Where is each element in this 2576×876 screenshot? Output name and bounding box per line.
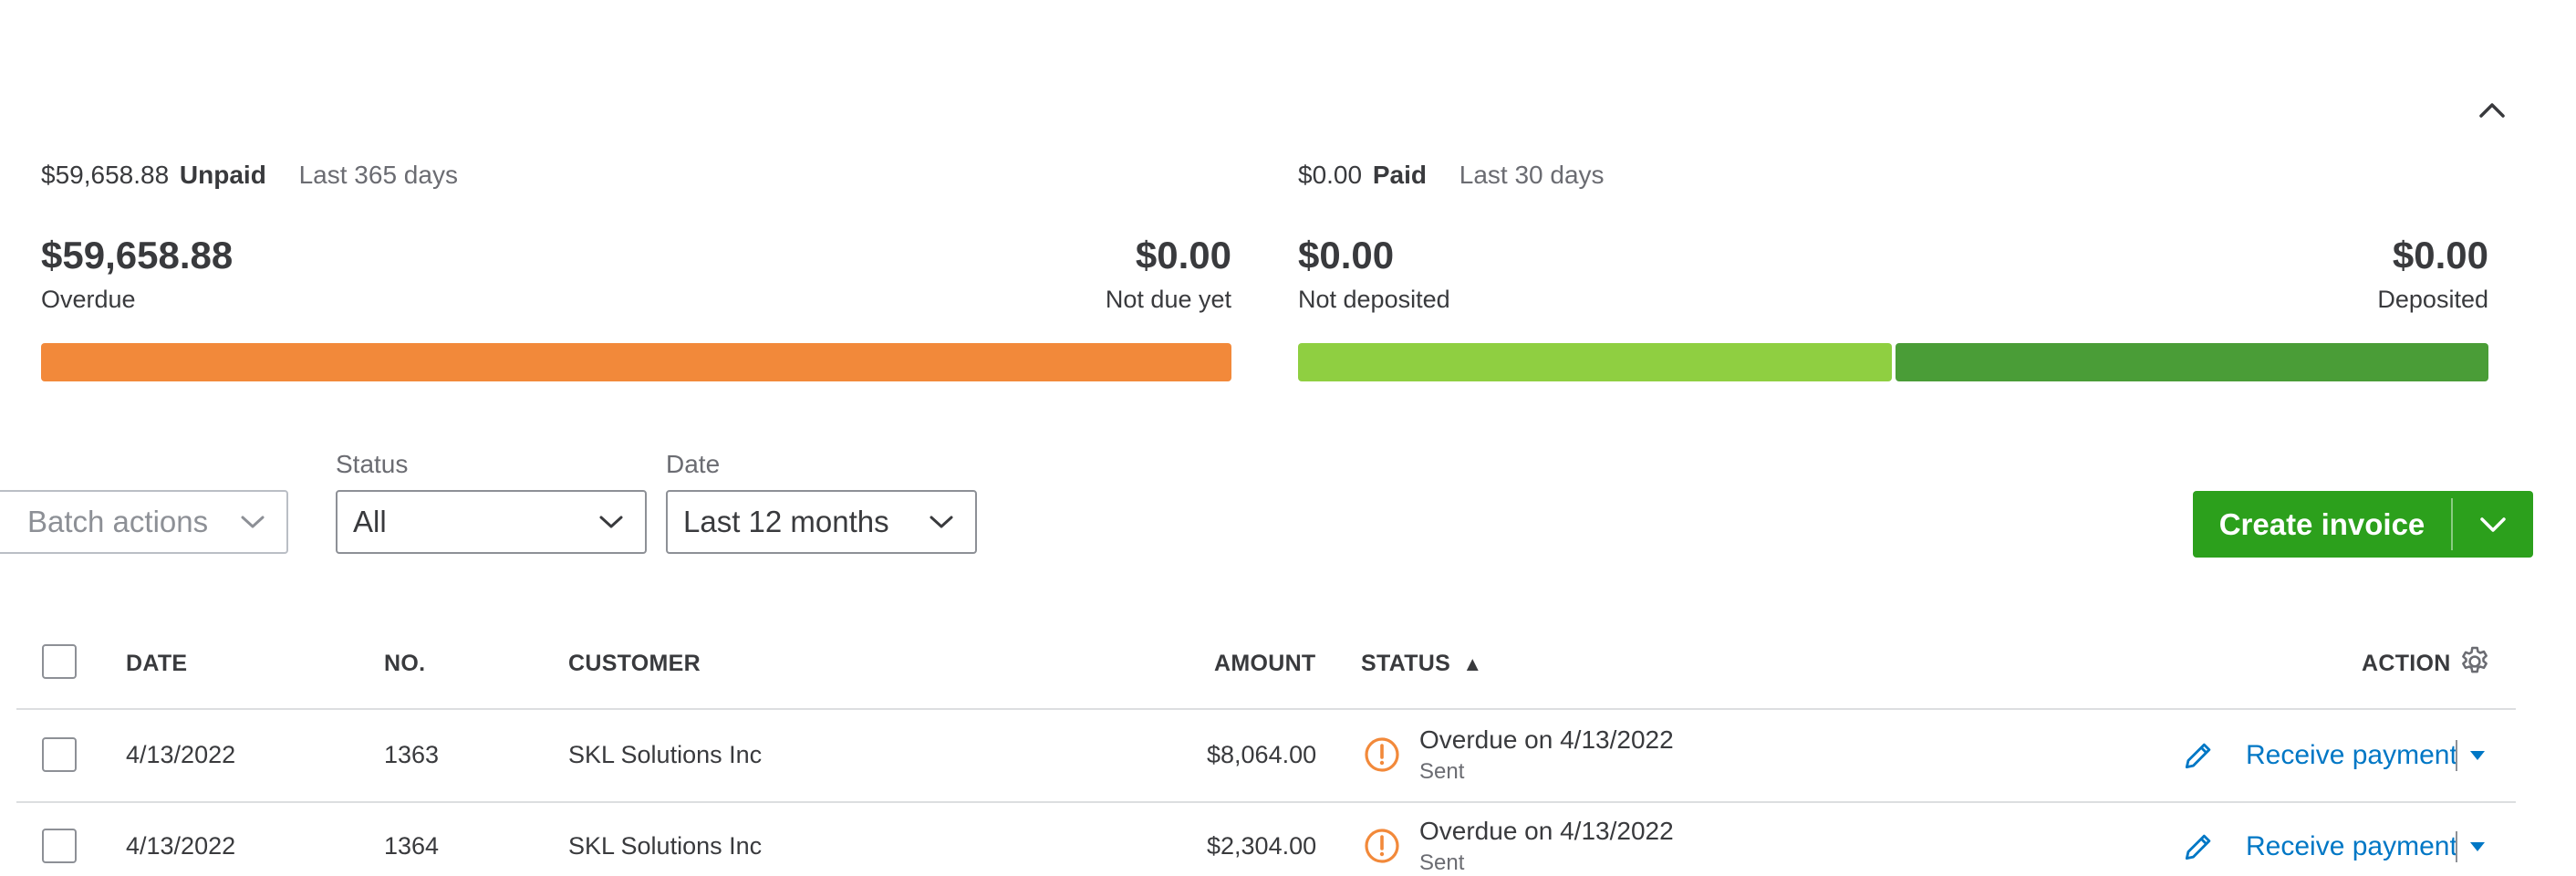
column-header-action: ACTION [2362, 651, 2451, 676]
paid-summary: $0.00 Paid Last 30 days $0.00 Not deposi… [1298, 161, 2488, 389]
gear-icon[interactable] [2457, 644, 2492, 679]
unpaid-total: $59,658.88 [41, 161, 170, 189]
paid-range: Last 30 days [1459, 161, 1605, 189]
row-status-sub: Sent [1419, 759, 1465, 784]
table-header-divider [16, 708, 2516, 710]
table-row-divider [16, 801, 2516, 803]
row-checkbox[interactable] [42, 737, 77, 772]
unpaid-summary: $59,658.88 Unpaid Last 365 days $59,658.… [41, 161, 1231, 389]
deposited-label[interactable]: Deposited [2377, 286, 2488, 314]
row-number: 1363 [384, 741, 440, 768]
column-header-status-label: STATUS [1361, 651, 1451, 676]
not-deposited-bar[interactable] [1298, 343, 1892, 381]
paid-header: $0.00 Paid Last 30 days [1298, 161, 1605, 190]
column-header-amount[interactable]: AMOUNT [1214, 651, 1316, 677]
paid-total: $0.00 [1298, 161, 1363, 189]
chevron-down-icon [241, 516, 265, 528]
overdue-amount[interactable]: $59,658.88 [41, 234, 233, 277]
create-invoice-split-button: Create invoice [2193, 491, 2533, 558]
row-amount: $8,064.00 [1207, 741, 1317, 768]
unpaid-label: Unpaid [179, 161, 266, 189]
caret-down-icon[interactable] [2468, 840, 2487, 853]
chevron-down-icon [599, 516, 623, 528]
row-checkbox[interactable] [42, 829, 77, 863]
caret-down-icon[interactable] [2468, 749, 2487, 762]
collapse-summary-button[interactable] [2474, 91, 2510, 128]
chevron-down-icon [2480, 516, 2506, 532]
overdue-label[interactable]: Overdue [41, 286, 136, 314]
chevron-down-icon [930, 516, 953, 528]
action-divider [2456, 831, 2457, 862]
row-date: 4/13/2022 [126, 832, 236, 860]
unpaid-header: $59,658.88 Unpaid Last 365 days [41, 161, 458, 190]
column-header-status[interactable]: STATUS ▲ [1361, 651, 1482, 677]
deposited-amount[interactable]: $0.00 [2393, 234, 2488, 277]
column-header-no[interactable]: NO. [384, 651, 425, 677]
date-filter-value: Last 12 months [683, 505, 889, 538]
column-header-customer[interactable]: CUSTOMER [568, 651, 701, 677]
column-header-date[interactable]: DATE [126, 651, 187, 677]
deposited-bar[interactable] [1896, 343, 2488, 381]
not-deposited-amount[interactable]: $0.00 [1298, 234, 1394, 277]
sort-ascending-icon: ▲ [1462, 652, 1483, 675]
create-invoice-button[interactable]: Create invoice [2193, 491, 2451, 558]
row-customer: SKL Solutions Inc [568, 832, 763, 860]
row-status-sub: Sent [1419, 850, 1465, 875]
warning-circle-icon [1365, 737, 1399, 772]
action-divider [2456, 740, 2457, 771]
row-status: Overdue on 4/13/2022 [1419, 725, 1674, 754]
batch-actions-label: Batch actions [27, 505, 209, 538]
row-number: 1364 [384, 832, 440, 860]
receive-payment-link[interactable]: Receive payment [2246, 831, 2457, 862]
receive-payment-link[interactable]: Receive payment [2246, 740, 2457, 771]
select-all-checkbox[interactable] [42, 644, 77, 679]
row-amount: $2,304.00 [1207, 832, 1317, 860]
not-deposited-label[interactable]: Not deposited [1298, 286, 1450, 314]
row-status: Overdue on 4/13/2022 [1419, 817, 1674, 845]
row-date: 4/13/2022 [126, 741, 236, 768]
overdue-bar[interactable] [41, 343, 1231, 381]
status-filter-dropdown[interactable]: All [336, 490, 647, 554]
not-due-yet-amount[interactable]: $0.00 [1136, 234, 1231, 277]
status-filter-label: Status [336, 450, 409, 478]
paid-label: Paid [1372, 161, 1427, 189]
unpaid-range: Last 365 days [298, 161, 458, 189]
date-filter-label: Date [666, 450, 721, 478]
not-due-yet-label[interactable]: Not due yet [1106, 286, 1231, 314]
pencil-icon[interactable] [2181, 829, 2216, 864]
create-invoice-menu-button[interactable] [2453, 491, 2533, 558]
row-customer: SKL Solutions Inc [568, 741, 763, 768]
warning-circle-icon [1365, 829, 1399, 863]
pencil-icon[interactable] [2181, 738, 2216, 773]
date-filter-dropdown[interactable]: Last 12 months [666, 490, 977, 554]
chevron-up-icon [2479, 103, 2505, 118]
status-filter-value: All [353, 505, 387, 538]
batch-actions-dropdown[interactable]: Batch actions [0, 490, 288, 554]
